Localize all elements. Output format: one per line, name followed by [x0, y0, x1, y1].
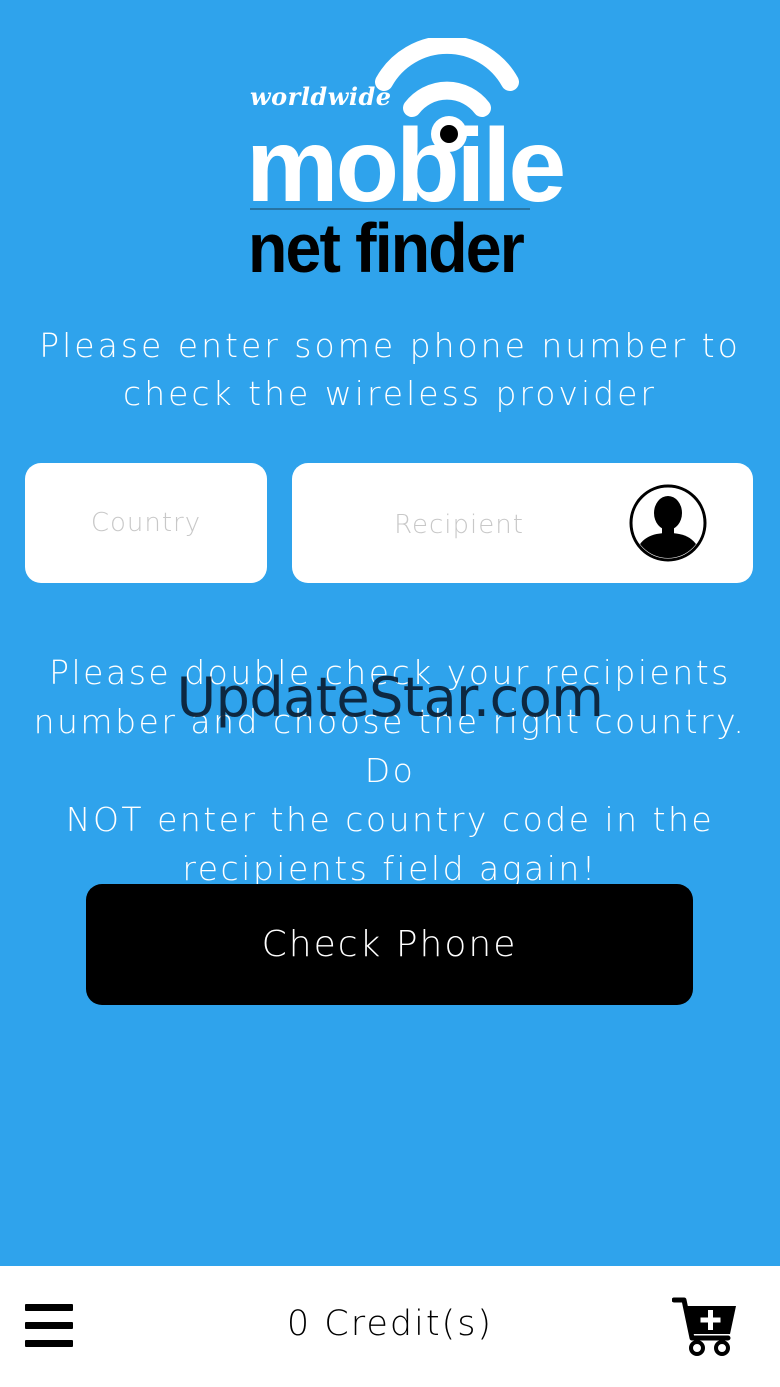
contact-person-icon[interactable]	[628, 483, 708, 563]
recipient-input[interactable]	[332, 503, 586, 547]
logo-net-finder-text: net finder	[248, 209, 525, 287]
intro-line-1: Please enter some phone number to	[39, 326, 741, 365]
app-logo: worldwide mobile net finder	[240, 30, 566, 290]
cart-add-icon[interactable]	[672, 1292, 738, 1358]
warning-line-1: Please double check your recipients	[49, 653, 731, 692]
country-input[interactable]	[44, 507, 248, 539]
warning-line-2: number and choose the right country. Do	[33, 702, 747, 790]
logo-worldwide-text: worldwide	[250, 82, 392, 111]
app-screen: worldwide mobile net finder Please enter…	[0, 0, 780, 1387]
warning-text: Please double check your recipients numb…	[14, 648, 766, 893]
intro-text: Please enter some phone number to check …	[30, 322, 750, 418]
bottom-bar: 0 Credit(s)	[0, 1266, 780, 1387]
intro-line-2: check the wireless provider	[123, 374, 657, 413]
country-field[interactable]	[25, 463, 267, 583]
check-phone-button[interactable]: Check Phone	[86, 884, 693, 1005]
warning-line-3: NOT enter the country code in the	[65, 800, 715, 839]
credits-count: 0 Credit(s)	[286, 1304, 494, 1344]
hamburger-menu-icon[interactable]	[25, 1304, 75, 1348]
logo-mobile-text: mobile	[246, 108, 566, 224]
recipient-field[interactable]	[292, 463, 753, 583]
